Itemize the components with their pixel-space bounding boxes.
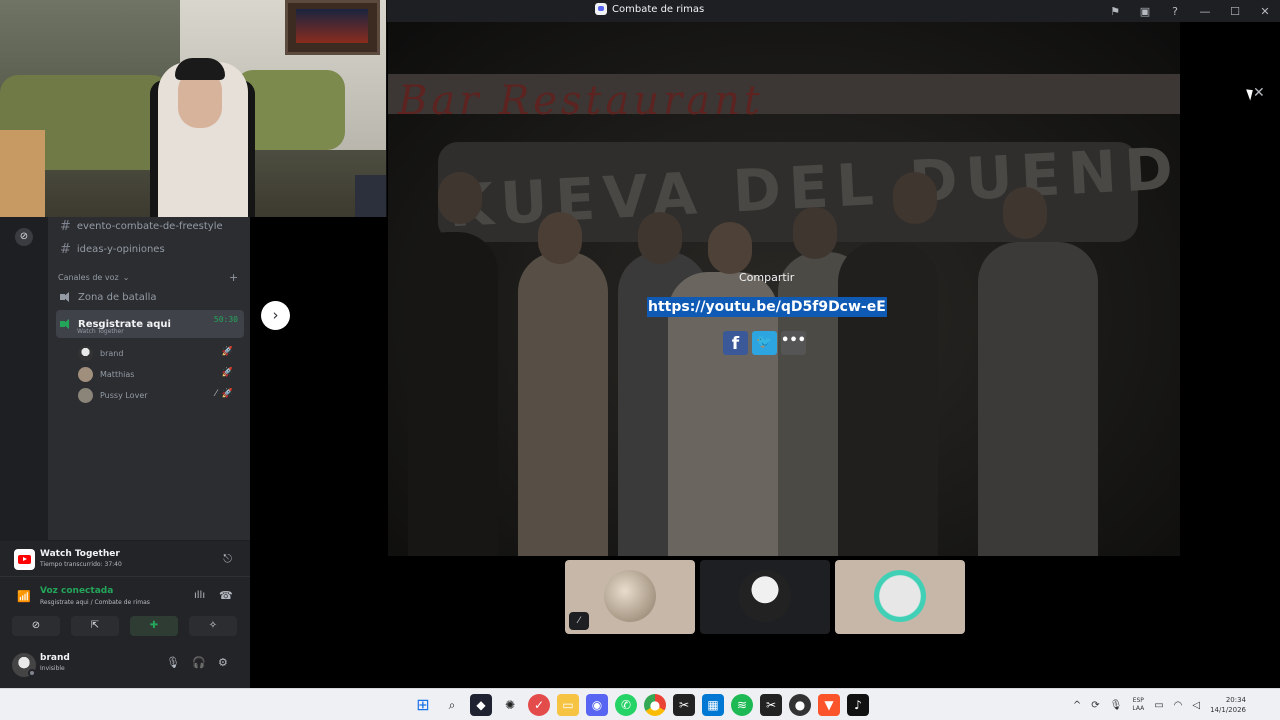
screen-share-button[interactable]: ⇱ bbox=[71, 616, 119, 636]
microphone-icon[interactable]: 🎙 bbox=[166, 656, 180, 669]
user-status: Invisible bbox=[40, 665, 65, 672]
screen-icon[interactable]: ▣ bbox=[1130, 5, 1160, 18]
capcut-icon[interactable]: ✂ bbox=[673, 694, 695, 716]
discord-icon[interactable]: ◉ bbox=[586, 694, 608, 716]
video-banner-text: Bar Restaurant bbox=[398, 78, 764, 124]
member-pussy-lover[interactable]: Pussy Lover ⁄🚀 bbox=[78, 386, 244, 404]
avatar bbox=[604, 570, 656, 622]
status-indicator bbox=[28, 669, 36, 677]
headphones-icon[interactable]: 🎧 bbox=[192, 656, 206, 669]
discord-icon bbox=[595, 3, 607, 15]
leave-activity-icon[interactable]: ⎋ bbox=[223, 552, 232, 566]
channel-timer: 50:30 bbox=[213, 315, 238, 324]
participant-tile[interactable]: ⁄ bbox=[565, 560, 695, 634]
settings-gear-icon[interactable]: ⚙ bbox=[218, 656, 228, 669]
speaker-icon bbox=[60, 319, 72, 329]
chatgpt-icon[interactable]: ✺ bbox=[499, 694, 521, 716]
share-buttons: f 🐦 ••• bbox=[723, 331, 806, 355]
hash-icon: # bbox=[60, 242, 71, 257]
chevron-down-icon: ⌄ bbox=[122, 273, 130, 282]
add-channel-icon[interactable]: + bbox=[229, 271, 238, 284]
chrome-icon[interactable]: ● bbox=[644, 694, 666, 716]
next-arrow-button[interactable]: › bbox=[261, 301, 290, 330]
avatar bbox=[78, 345, 93, 361]
inbox-icon[interactable]: ⚑ bbox=[1100, 5, 1130, 18]
activity-panel: Watch Together Tiempo transcurrido: 37:4… bbox=[0, 540, 250, 576]
facebook-icon[interactable]: f bbox=[723, 331, 748, 355]
participant-tile[interactable] bbox=[835, 560, 965, 634]
chevron-up-icon[interactable]: ^ bbox=[1073, 700, 1081, 711]
todo-icon[interactable]: ✓ bbox=[528, 694, 550, 716]
soundboard-button[interactable]: ✧ bbox=[189, 616, 237, 636]
window-title-text: Combate de rimas bbox=[612, 3, 705, 15]
more-icon[interactable]: ••• bbox=[781, 331, 806, 355]
channel-ideas[interactable]: # ideas-y-opiniones bbox=[60, 242, 165, 257]
voice-category[interactable]: Canales de voz ⌄ bbox=[58, 273, 129, 282]
camera-off-button[interactable]: ⊘ bbox=[12, 616, 60, 636]
voice-channel-registrate[interactable]: Resgistrate aqui 50:30 Watch Together bbox=[56, 310, 244, 338]
noise-suppression-icon[interactable]: ıllı bbox=[194, 590, 205, 601]
voice-connection-panel: 📶 Voz conectada Resgistrate aqui / Comba… bbox=[0, 576, 250, 644]
window-title: Combate de rimas bbox=[595, 3, 704, 15]
help-icon[interactable]: ? bbox=[1160, 5, 1190, 18]
member-brand[interactable]: brand 🚀 bbox=[78, 344, 244, 362]
wifi-icon[interactable]: ◠ bbox=[1174, 700, 1183, 711]
share-url[interactable]: https://youtu.be/qD5f9Dcw-eE bbox=[647, 297, 887, 317]
user-panel: brand Invisible 🎙 🎧 ⚙ bbox=[0, 644, 250, 688]
voice-channel-zona[interactable]: Zona de batalla bbox=[56, 287, 244, 307]
hash-icon: # bbox=[60, 219, 71, 234]
app-icon[interactable]: ◆ bbox=[470, 694, 492, 716]
activity-name: Watch Together bbox=[40, 549, 120, 559]
explore-icon[interactable]: ⊘ bbox=[15, 228, 33, 246]
volume-icon[interactable]: ◁ bbox=[1192, 700, 1200, 711]
sync-icon[interactable]: ⟳ bbox=[1091, 700, 1099, 711]
muted-icon: ⁄ bbox=[569, 612, 589, 630]
webcam-overlay bbox=[0, 0, 387, 217]
avatar bbox=[874, 570, 926, 622]
share-title: Compartir bbox=[739, 271, 795, 284]
channel-label: ideas-y-opiniones bbox=[76, 244, 165, 255]
speaker-icon bbox=[60, 292, 72, 302]
windows-start-icon[interactable]: ⊞ bbox=[412, 694, 434, 716]
disconnect-icon[interactable]: ☎ bbox=[219, 589, 233, 602]
search-icon[interactable]: ⌕ bbox=[441, 694, 463, 716]
microphone-icon[interactable]: 🎙 bbox=[1110, 700, 1123, 711]
activity-rocket-icon: 🚀 bbox=[221, 347, 238, 357]
signal-icon: 📶 bbox=[17, 590, 31, 603]
channel-evento[interactable]: # evento-combate-de-freestyle bbox=[60, 219, 223, 234]
muted-rocket-icons: ⁄🚀 bbox=[215, 389, 238, 399]
avatar bbox=[78, 366, 93, 382]
minimize-button[interactable]: — bbox=[1190, 5, 1220, 18]
activity-elapsed: Tiempo transcurrido: 37:40 bbox=[40, 561, 122, 568]
avatar bbox=[78, 387, 93, 403]
channel-activity: Watch Together bbox=[77, 328, 124, 335]
voice-location[interactable]: Resgistrate aqui / Combate de rimas bbox=[40, 599, 150, 606]
language-indicator[interactable]: ESP LAA bbox=[1132, 697, 1144, 713]
channel-label: evento-combate-de-freestyle bbox=[76, 221, 223, 232]
video-player[interactable]: Bar Restaurant KUEVA DEL DUENDE bbox=[388, 22, 1180, 556]
spotify-icon[interactable]: ≋ bbox=[731, 694, 753, 716]
username[interactable]: brand bbox=[40, 653, 70, 663]
whatsapp-icon[interactable]: ✆ bbox=[615, 694, 637, 716]
activity-button[interactable]: ✚ bbox=[130, 616, 178, 636]
folder-icon[interactable]: ▭ bbox=[557, 694, 579, 716]
taskbar: ⊞ ⌕ ◆ ✺ ✓ ▭ ◉ ✆ ● ✂ ▦ ≋ ✂ ● ▼ ♪ ^ ⟳ 🎙 ES… bbox=[0, 688, 1280, 720]
maximize-button[interactable]: ☐ bbox=[1220, 5, 1250, 18]
member-matthias[interactable]: Matthias 🚀 bbox=[78, 365, 244, 383]
activity-rocket-icon: 🚀 bbox=[221, 368, 238, 378]
monitor-icon[interactable]: ▭ bbox=[1154, 700, 1163, 711]
brave-icon[interactable]: ▼ bbox=[818, 694, 840, 716]
capcut-icon[interactable]: ✂ bbox=[760, 694, 782, 716]
obs-icon[interactable]: ● bbox=[789, 694, 811, 716]
store-icon[interactable]: ▦ bbox=[702, 694, 724, 716]
tiktok-icon[interactable]: ♪ bbox=[847, 694, 869, 716]
voice-status[interactable]: Voz conectada bbox=[40, 586, 113, 596]
close-window-button[interactable]: ✕ bbox=[1250, 5, 1280, 18]
twitter-icon[interactable]: 🐦 bbox=[752, 331, 777, 355]
avatar bbox=[739, 570, 791, 622]
clock[interactable]: 20:34 14/1/2026 bbox=[1210, 695, 1246, 715]
participant-tile[interactable] bbox=[700, 560, 830, 634]
youtube-icon bbox=[14, 549, 35, 570]
